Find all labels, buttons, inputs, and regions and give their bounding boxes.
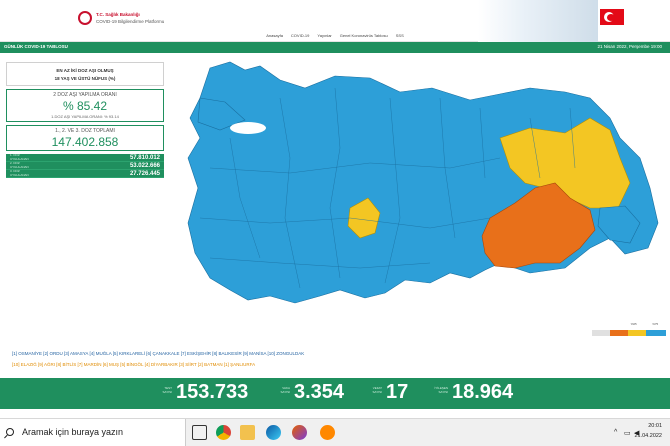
stat-value: 3.354 (294, 381, 345, 403)
stat-label: İYİLEŞEN SAYISI (434, 386, 448, 394)
dose1-rate-text: 1.DOZ AŞI YAPILMA ORANI: % 93.14 (51, 114, 119, 119)
dose-value: 57.810.012 (129, 154, 160, 161)
dose-value: 27.726.445 (129, 170, 160, 177)
total-doses-box: 1., 2. VE 3. DOZ TOPLAMI 147.402.858 (6, 125, 164, 151)
vlc-icon[interactable] (320, 425, 335, 440)
network-icon[interactable]: ▭ (624, 429, 631, 437)
dose2-rate-box: 2 DOZ AŞI YAPILMA ORANI % 85.42 1.DOZ AŞ… (6, 89, 164, 122)
nav-item-publications[interactable]: Yayınlar (317, 33, 331, 38)
logo-title: T.C. Sağlık Bakanlığı (96, 12, 140, 17)
stat-value: 153.733 (176, 381, 249, 403)
dose-label: 3. DOZ UYGULANAN (10, 169, 29, 177)
legend-seg-grey (592, 330, 610, 336)
vaccination-panel-header: EN AZ İKİ DOZ AŞI OLMUŞ 18 YAŞ VE ÜSTÜ N… (6, 62, 164, 86)
stat-value: 18.964 (452, 381, 514, 403)
task-view-icon[interactable] (192, 425, 207, 440)
total-doses-caption: 1., 2. VE 3. DOZ TOPLAMI (55, 128, 115, 134)
legend-label: %75 (652, 322, 659, 326)
stat-value: 17 (386, 381, 409, 403)
turkish-flag-icon (600, 9, 624, 25)
legend-seg-orange (610, 330, 628, 336)
firefox-icon[interactable] (292, 425, 307, 440)
tray-clock-time[interactable]: 20:01 (648, 423, 662, 429)
search-icon (6, 428, 14, 436)
edge-icon[interactable] (266, 425, 281, 440)
stat-label: VAKA SAYISI (280, 386, 290, 394)
taskbar-search-placeholder: Aramak için buraya yazın (22, 427, 124, 437)
table-row: 3. DOZ UYGULANAN 27.726.445 (6, 169, 164, 178)
top-provinces-list: [1] OSMANİYE [2] ORDU [3] AMASYA [4] MUĞ… (12, 351, 305, 356)
total-doses-value: 147.402.858 (51, 135, 119, 149)
panel-header-line1: EN AZ İKİ DOZ AŞI OLMUŞ (56, 68, 114, 73)
section-title: GÜNLÜK COVID-19 TABLOSU (4, 44, 68, 49)
legend-seg-yellow (628, 330, 646, 336)
dose-value: 53.022.666 (129, 162, 160, 169)
bottom-provinces-list: [10] ELAZIĞ [9] AĞRI [8] BİTLİS [7] MARD… (12, 362, 256, 367)
map-legend (592, 330, 666, 340)
legend-label: %65 (630, 322, 637, 326)
vaccination-panel: EN AZ İKİ DOZ AŞI OLMUŞ 18 YAŞ VE ÜSTÜ N… (6, 62, 164, 204)
vaccination-map[interactable] (170, 58, 670, 308)
nav-item-home[interactable]: Anasayfa (266, 33, 283, 38)
page: T.C. Sağlık Bakanlığı COVID-19 Bilgilend… (0, 0, 670, 446)
dose-label: 1. DOZ UYGULANAN (10, 153, 29, 161)
legend-labels: %65 %75 (592, 322, 666, 326)
logo-subtitle: COVID-19 Bilgilendirme Platformu (96, 19, 165, 24)
nav-item-general-table[interactable]: Genel Koronavirüs Tablosu (340, 33, 388, 38)
main-nav: Anasayfa COVID-19 Yayınlar Genel Koronav… (0, 28, 670, 42)
legend-seg-blue (646, 330, 666, 336)
section-title-bar: GÜNLÜK COVID-19 TABLOSU 21 Nisan 2022, P… (0, 42, 670, 53)
ministry-logo-icon[interactable] (78, 11, 92, 25)
dose-label: 2. DOZ UYGULANAN (10, 161, 29, 169)
flag-crescent-icon (604, 12, 615, 22)
daily-stats-bar: TEST SAYISI 153.733 VAKA SAYISI 3.354 VEFA… (0, 378, 670, 409)
nav-item-faq[interactable]: SSS (396, 33, 404, 38)
dose2-rate-caption: 2 DOZ AŞI YAPILMA ORANI (53, 92, 117, 98)
report-date: 21 Nisan 2022, Perşembe 19:00 (597, 44, 662, 49)
marmara-sea (230, 122, 266, 134)
stat-label: VEFAT SAYISI (372, 386, 382, 394)
panel-header-line2: 18 YAŞ VE ÜSTÜ NÜFUS (%) (54, 76, 116, 81)
stat-label: TEST SAYISI (162, 386, 172, 394)
chevron-up-icon[interactable]: ^ (614, 429, 617, 436)
site-header: T.C. Sağlık Bakanlığı COVID-19 Bilgilend… (0, 0, 670, 42)
nav-item-covid[interactable]: COVID-19 (291, 33, 309, 38)
tray-clock-date[interactable]: 21.04.2022 (634, 433, 662, 439)
table-row: 2. DOZ UYGULANAN 53.022.666 (6, 161, 164, 170)
table-row: 1. DOZ UYGULANAN 57.810.012 (6, 153, 164, 162)
dose-table: 1. DOZ UYGULANAN 57.810.012 2. DOZ UYGULAN… (6, 153, 164, 178)
file-explorer-icon[interactable] (240, 425, 255, 440)
taskbar-search-box[interactable]: Aramak için buraya yazın (0, 419, 186, 446)
turkey-map-svg (187, 61, 659, 304)
windows-taskbar: Aramak için buraya yazın ^ ▭ ◀ 20:01 21.… (0, 418, 670, 446)
dose2-rate-value: % 85.42 (62, 99, 108, 113)
chrome-icon[interactable] (216, 425, 231, 440)
